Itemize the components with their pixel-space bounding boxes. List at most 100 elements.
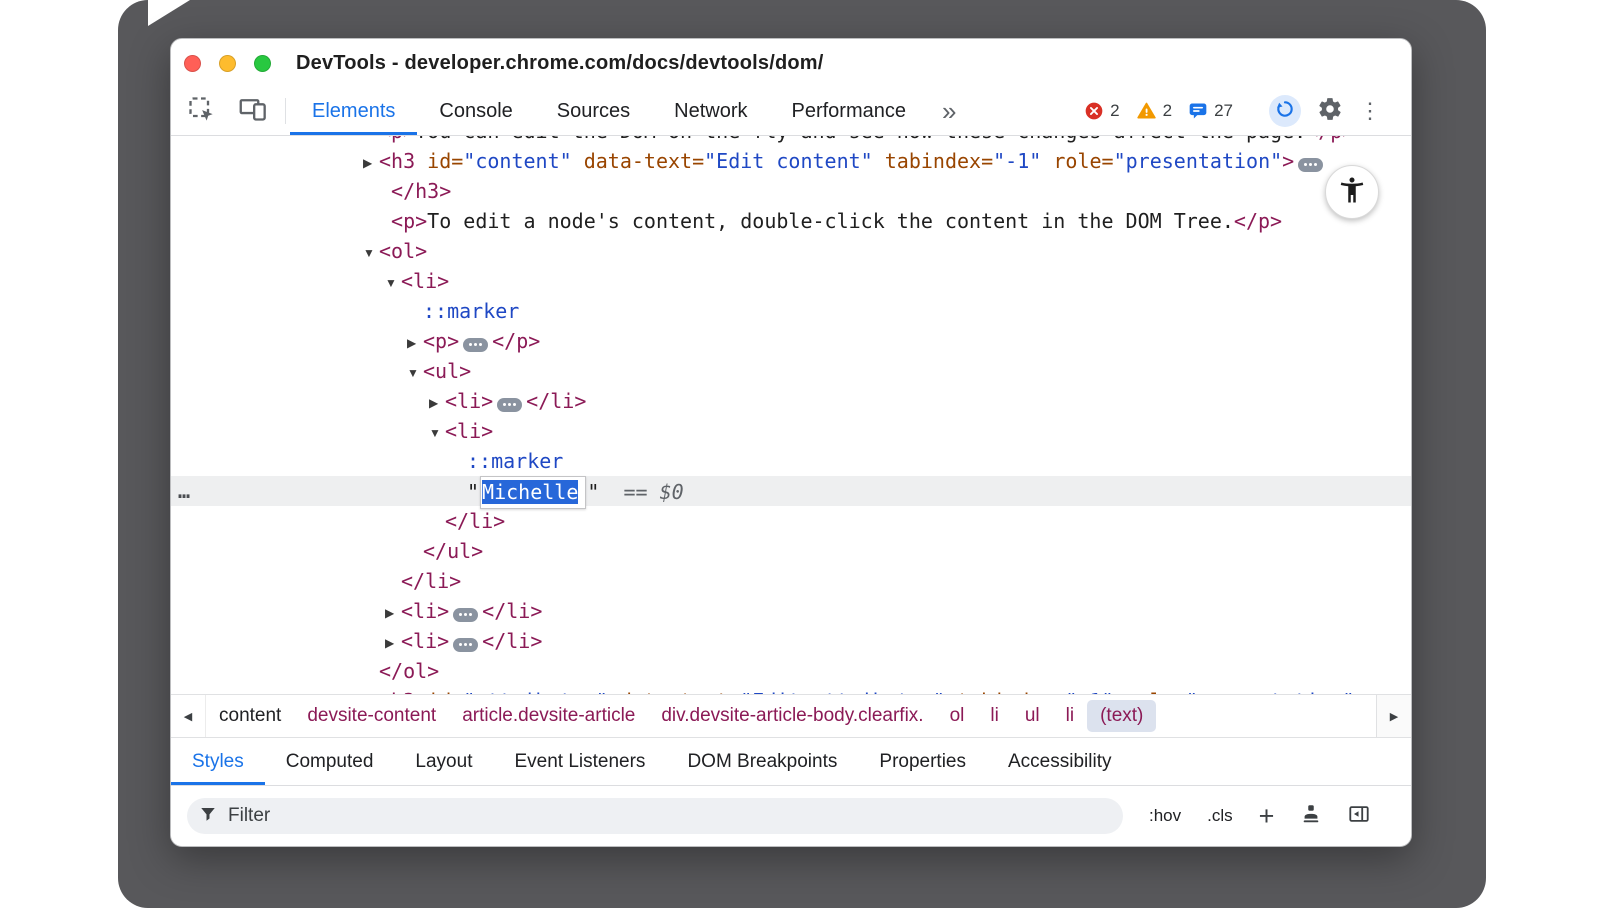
- dom-tree-row[interactable]: ▶<h3 id="content" data-text="Edit conten…: [171, 146, 1411, 176]
- inline-edit-box[interactable]: Michelle: [480, 476, 586, 509]
- dom-tree-row[interactable]: ▶<p></p>: [171, 326, 1411, 356]
- disclosure-down-icon[interactable]: ▼: [407, 358, 423, 388]
- screenshot-stage: DevTools - developer.chrome.com/docs/dev…: [0, 0, 1600, 908]
- disclosure-right-icon[interactable]: ▶: [429, 388, 445, 418]
- styles-toolbar: :hov .cls +: [171, 786, 1411, 846]
- dom-tree-row[interactable]: ▶<li></li>: [171, 626, 1411, 656]
- devtools-tabs: ElementsConsoleSourcesNetworkPerformance: [290, 87, 928, 135]
- dom-tree-row[interactable]: ▼<ol>: [171, 236, 1411, 266]
- expand-ellipsis-button[interactable]: [497, 398, 522, 412]
- close-window-button[interactable]: [184, 55, 201, 72]
- window-title: DevTools - developer.chrome.com/docs/dev…: [296, 52, 824, 75]
- dom-tree-row[interactable]: <p>You can edit the DOM on the fly and s…: [171, 136, 1411, 146]
- warning-count[interactable]: 2: [1163, 101, 1172, 121]
- zoom-window-button[interactable]: [254, 55, 271, 72]
- titlebar: DevTools - developer.chrome.com/docs/dev…: [171, 39, 1411, 87]
- panel-tab-styles[interactable]: Styles: [171, 738, 265, 785]
- dom-tree-row[interactable]: <p>To edit a node's content, double-clic…: [171, 206, 1411, 236]
- refresh-icon: [1275, 99, 1295, 124]
- devtools-toolbar: ElementsConsoleSourcesNetworkPerformance…: [171, 87, 1411, 136]
- disclosure-down-icon[interactable]: ▼: [385, 268, 401, 298]
- warning-icon[interactable]: [1136, 101, 1157, 121]
- panel-tab-computed[interactable]: Computed: [265, 738, 395, 785]
- toggle-sidebar-button[interactable]: [1348, 803, 1370, 830]
- dom-tree-row[interactable]: ▼<li>: [171, 416, 1411, 446]
- error-count[interactable]: 2: [1110, 101, 1119, 121]
- toolbar-divider: [285, 98, 286, 124]
- dom-tree-row[interactable]: </ol>: [171, 656, 1411, 686]
- disclosure-right-icon[interactable]: ▶: [385, 628, 401, 658]
- dom-tree-row[interactable]: ▼<li>: [171, 266, 1411, 296]
- inspect-cursor-icon: [187, 95, 215, 128]
- tab-sources[interactable]: Sources: [535, 87, 652, 135]
- dom-tree-row[interactable]: ▶<li></li>: [171, 386, 1411, 416]
- error-icon[interactable]: [1084, 101, 1104, 121]
- issues-count[interactable]: 27: [1214, 101, 1233, 121]
- expand-ellipsis-button[interactable]: [453, 608, 478, 622]
- breadcrumb-scroll-left-button[interactable]: ◀: [171, 695, 206, 737]
- dom-tree: <p>You can edit the DOM on the fly and s…: [171, 136, 1411, 694]
- filter-funnel-icon: [199, 805, 217, 828]
- breadcrumb-item-text[interactable]: (text): [1087, 700, 1156, 732]
- menu-button[interactable]: ⋮: [1359, 100, 1381, 122]
- issues-icon[interactable]: [1188, 101, 1208, 121]
- tab-console[interactable]: Console: [417, 87, 534, 135]
- breadcrumb-item-li[interactable]: li: [977, 700, 1011, 732]
- dom-tree-row[interactable]: ::marker: [171, 446, 1411, 476]
- new-style-rule-button[interactable]: +: [1259, 803, 1275, 830]
- toolbar-actions: ⋮: [1269, 87, 1381, 135]
- breadcrumb-item-li[interactable]: li: [1053, 700, 1087, 732]
- breadcrumb-scroll-right-button[interactable]: ▶: [1376, 695, 1411, 737]
- accessibility-person-icon: [1337, 175, 1367, 210]
- panel-tab-layout[interactable]: Layout: [394, 738, 493, 785]
- breadcrumb-item-ol[interactable]: ol: [937, 700, 978, 732]
- tab-elements[interactable]: Elements: [290, 87, 417, 135]
- settings-button[interactable]: [1317, 96, 1343, 127]
- dom-tree-row[interactable]: </li>: [171, 566, 1411, 596]
- gear-icon: [1317, 109, 1343, 126]
- disclosure-right-icon[interactable]: ▶: [363, 148, 379, 178]
- tab-performance[interactable]: Performance: [770, 87, 929, 135]
- dom-tree-row[interactable]: ::marker: [171, 296, 1411, 326]
- breadcrumb-bar: ◀ contentdevsite-contentarticle.devsite-…: [171, 694, 1411, 738]
- dom-tree-row[interactable]: </li>: [171, 506, 1411, 536]
- breadcrumb-item-article-devsite-article[interactable]: article.devsite-article: [449, 700, 648, 732]
- node-options-icon[interactable]: …: [178, 476, 190, 506]
- pseudo-state-button[interactable]: :hov: [1149, 806, 1181, 826]
- panel-tabs: StylesComputedLayoutEvent ListenersDOM B…: [171, 738, 1411, 786]
- panel-tab-properties[interactable]: Properties: [858, 738, 987, 785]
- selected-text: Michelle: [482, 480, 578, 504]
- disclosure-down-icon[interactable]: ▼: [429, 418, 445, 448]
- styles-filter[interactable]: [187, 798, 1123, 834]
- breadcrumb-item-devsite-content[interactable]: devsite-content: [294, 700, 449, 732]
- dom-tree-row[interactable]: </ul>: [171, 536, 1411, 566]
- inspect-element-button[interactable]: [187, 97, 215, 125]
- dom-tree-row[interactable]: ▼<ul>: [171, 356, 1411, 386]
- expand-ellipsis-button[interactable]: [1298, 158, 1323, 172]
- disclosure-down-icon[interactable]: ▼: [363, 238, 379, 268]
- disclosure-right-icon[interactable]: ▶: [407, 328, 423, 358]
- device-toolbar-button[interactable]: [239, 97, 267, 125]
- styles-filter-input[interactable]: [226, 804, 1111, 828]
- expand-ellipsis-button[interactable]: [453, 638, 478, 652]
- expand-ellipsis-button[interactable]: [463, 338, 488, 352]
- disclosure-right-icon[interactable]: ▶: [385, 598, 401, 628]
- panel-tab-dom-breakpoints[interactable]: DOM Breakpoints: [666, 738, 858, 785]
- breadcrumb-item-content[interactable]: content: [206, 700, 294, 732]
- element-classes-button[interactable]: .cls: [1207, 806, 1233, 826]
- panel-tab-event-listeners[interactable]: Event Listeners: [493, 738, 666, 785]
- status-badges: 2 2 27: [1084, 87, 1243, 135]
- panel-tab-accessibility[interactable]: Accessibility: [987, 738, 1132, 785]
- breadcrumb-item-div-devsite-article-body-clearfix[interactable]: div.devsite-article-body.clearfix.: [648, 700, 936, 732]
- accessibility-widget-button[interactable]: [1325, 165, 1379, 219]
- sync-button[interactable]: [1269, 95, 1301, 127]
- breadcrumb-item-ul[interactable]: ul: [1012, 700, 1053, 732]
- dom-tree-row-selected[interactable]: …"Michelle" == $0: [171, 476, 1411, 506]
- stamp-button[interactable]: [1300, 803, 1322, 830]
- tab-network[interactable]: Network: [652, 87, 769, 135]
- dom-tree-row[interactable]: </h3>: [171, 176, 1411, 206]
- more-tabs-button[interactable]: »: [942, 98, 956, 124]
- minimize-window-button[interactable]: [219, 55, 236, 72]
- dom-tree-row[interactable]: ▶<h3 id="attributes" data-text="Edit att…: [171, 686, 1411, 694]
- dom-tree-row[interactable]: ▶<li></li>: [171, 596, 1411, 626]
